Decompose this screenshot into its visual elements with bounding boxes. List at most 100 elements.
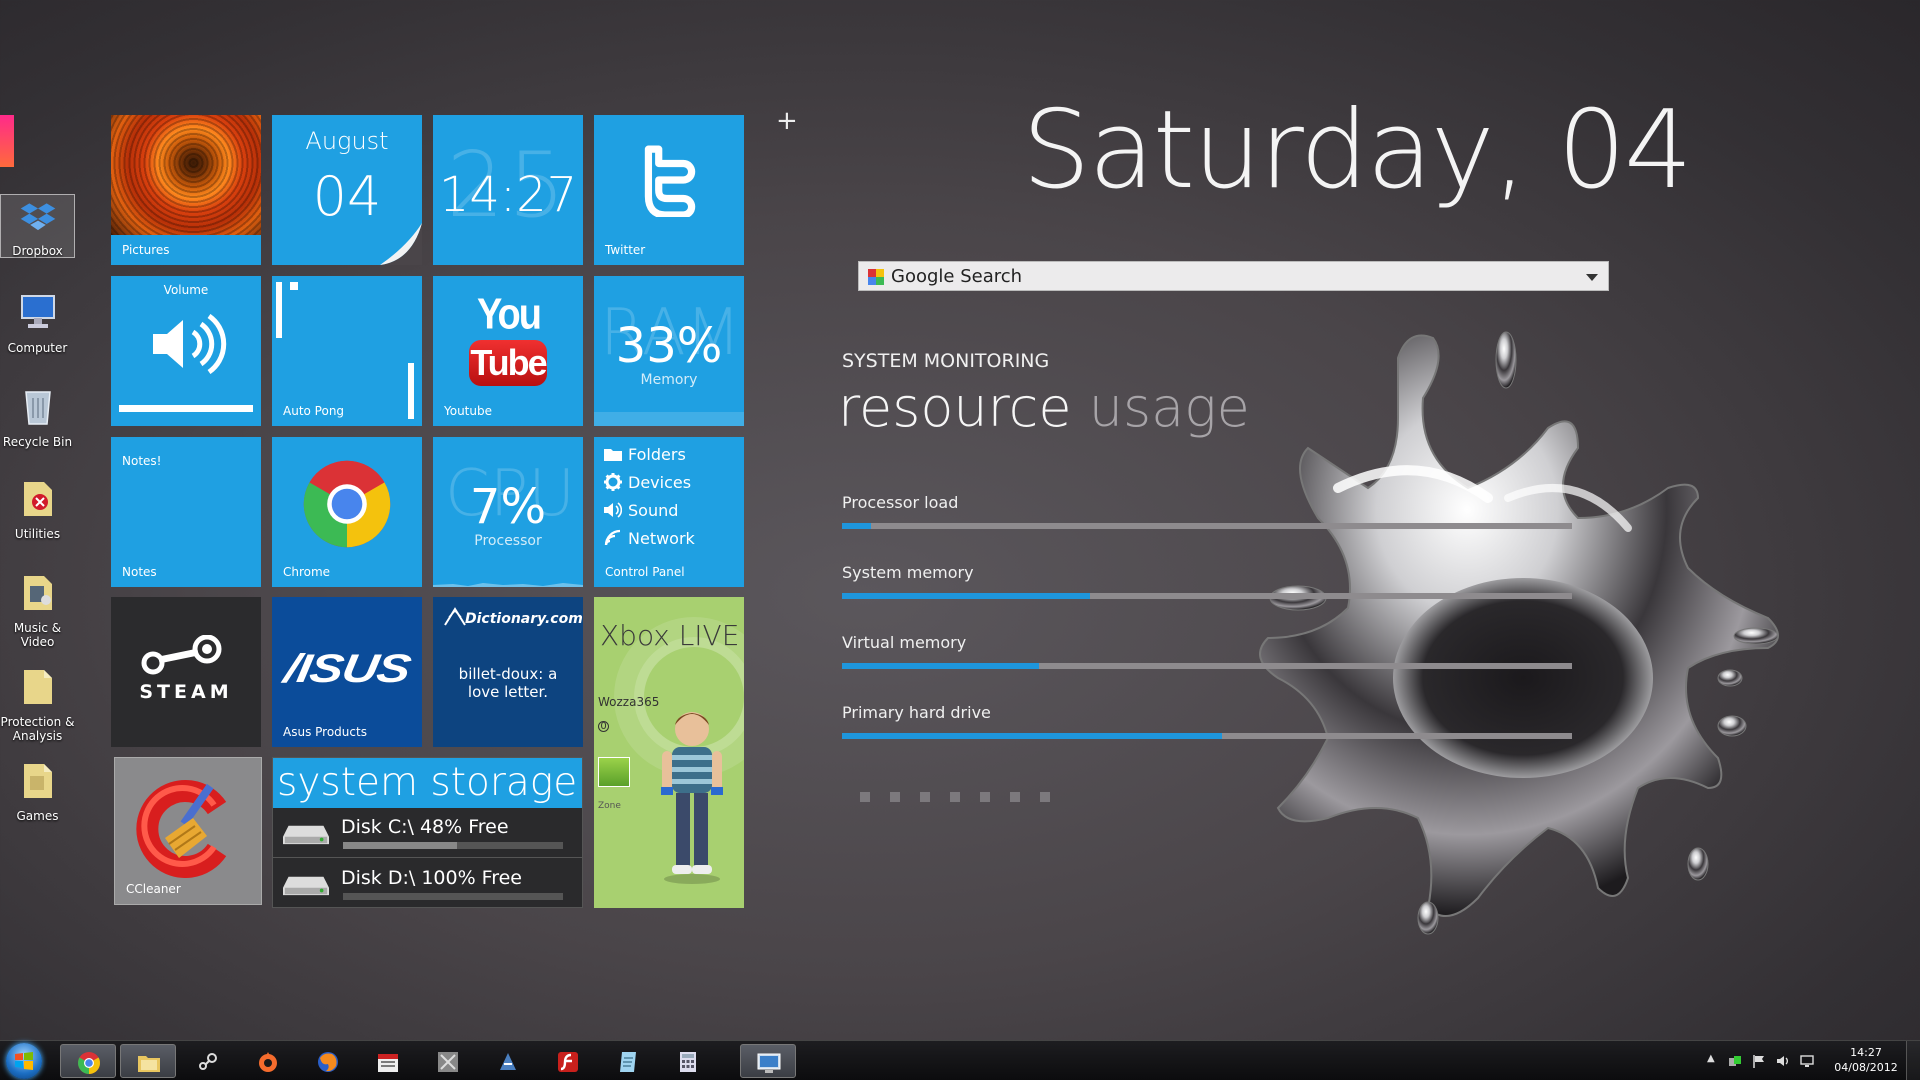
page-dot[interactable]: [890, 792, 900, 802]
disk-label: Disk D:\ 100% Free: [341, 867, 523, 889]
tile-label: Twitter: [605, 243, 646, 257]
tile-auto-pong[interactable]: Auto Pong: [272, 276, 422, 426]
tray-flag-icon[interactable]: [1752, 1054, 1766, 1068]
taskbar-steam[interactable]: [180, 1044, 236, 1078]
tray-date: 04/08/2012: [1834, 1061, 1898, 1074]
taskbar-flash[interactable]: [540, 1044, 596, 1078]
taskbar-origin[interactable]: [240, 1044, 296, 1078]
chrome-icon: [78, 1052, 100, 1074]
disk-usage-fill: [343, 842, 458, 849]
notes-title: Notes!: [122, 454, 162, 468]
add-tile-button[interactable]: +: [776, 106, 798, 136]
monitor-caption: SYSTEM MONITORING: [842, 350, 1050, 372]
monitor-title-strong: resource: [838, 376, 1072, 439]
tray-network-icon[interactable]: [1728, 1054, 1742, 1068]
tray-clock[interactable]: 14:27 04/08/2012: [1830, 1045, 1902, 1075]
disk-row[interactable]: Disk C:\ 48% Free: [273, 808, 582, 858]
tile-ram[interactable]: RAM 33% Memory: [594, 276, 744, 426]
desktop-icon-music-video[interactable]: Music & Video: [0, 570, 75, 649]
tray-display-icon[interactable]: [1800, 1054, 1814, 1068]
clock-time: 14:27: [438, 167, 578, 223]
tile-cpu[interactable]: CPU 7% Processor: [433, 437, 583, 587]
youtube-logo-tube: Tube: [469, 340, 548, 386]
taskbar-explorer[interactable]: [120, 1044, 176, 1078]
tile-volume[interactable]: Volume: [111, 276, 261, 426]
google-search-box[interactable]: Google Search: [858, 261, 1609, 291]
cp-item-network[interactable]: Network: [604, 529, 695, 548]
tile-clock[interactable]: 25 14:27: [433, 115, 583, 265]
chevron-down-icon[interactable]: [1586, 274, 1598, 282]
tile-pictures[interactable]: Pictures: [111, 115, 261, 265]
cp-item-sound[interactable]: Sound: [604, 501, 678, 520]
desktop-icon-dropbox[interactable]: Dropbox: [0, 194, 75, 258]
taskbar-tools[interactable]: [420, 1044, 476, 1078]
desktop-icon-utilities[interactable]: Utilities: [0, 476, 75, 541]
cp-item-label: Sound: [628, 501, 679, 520]
desktop-icon-computer[interactable]: Computer: [0, 290, 75, 355]
tile-twitter[interactable]: Twitter: [594, 115, 744, 265]
page-dot[interactable]: [980, 792, 990, 802]
desktop-icon-recycle-bin[interactable]: Recycle Bin: [0, 384, 75, 449]
hard-drive-bar: [842, 733, 1572, 739]
origin-icon: [259, 1052, 277, 1072]
asus-logo: /ISUS: [281, 647, 414, 691]
xbox-avatar: [661, 712, 723, 884]
tile-date[interactable]: August 04: [272, 115, 422, 265]
page-curl-icon: [380, 223, 422, 265]
system-memory-label: System memory: [842, 563, 974, 582]
folder-icon: [23, 764, 52, 798]
pong-paddle-left: [276, 282, 282, 338]
page-dot[interactable]: [920, 792, 930, 802]
taskbar-calendar[interactable]: [360, 1044, 416, 1078]
show-desktop-button[interactable]: [1906, 1041, 1920, 1080]
cp-item-folders[interactable]: Folders: [604, 445, 686, 464]
tile-label: Youtube: [444, 404, 492, 418]
dropbox-icon: [20, 203, 55, 231]
cp-item-devices[interactable]: Devices: [604, 473, 691, 492]
folder-icon: [23, 576, 52, 610]
xbox-score: 0: [598, 721, 609, 732]
ccleaner-icon: [136, 780, 227, 878]
tile-steam[interactable]: STEAM: [111, 597, 261, 747]
taskbar-notes[interactable]: [600, 1044, 656, 1078]
tray-volume-icon[interactable]: [1776, 1054, 1790, 1068]
disk-label: Disk C:\ 48% Free: [341, 816, 509, 838]
page-dot[interactable]: [950, 792, 960, 802]
taskbar-firefox[interactable]: [300, 1044, 356, 1078]
tile-control-panel[interactable]: Folders Devices Sound Network Control Pa…: [594, 437, 744, 587]
tray-show-hidden-icon[interactable]: ▲: [1707, 1053, 1715, 1064]
tile-notes[interactable]: Notes! Notes: [111, 437, 261, 587]
desktop-icon-protection[interactable]: Protection & Analysis: [0, 664, 75, 743]
xbox-gamertag: Wozza365: [598, 695, 660, 709]
tile-dictionary[interactable]: Dictionary.com billet-doux: a love lette…: [433, 597, 583, 747]
app-icon: [500, 1053, 516, 1070]
tile-ccleaner[interactable]: CCleaner: [114, 757, 262, 905]
page-dot[interactable]: [1010, 792, 1020, 802]
desktop-icon-label: Utilities: [14, 527, 61, 541]
twitter-icon: [644, 145, 696, 217]
tile-label: Notes: [122, 565, 157, 579]
folder-icon: [138, 1056, 160, 1072]
taskbar-app[interactable]: [480, 1044, 536, 1078]
tile-label: Control Panel: [605, 565, 685, 579]
youtube-logo-you: You: [477, 290, 542, 340]
start-button[interactable]: [6, 1043, 42, 1079]
tray-time: 14:27: [1850, 1046, 1882, 1059]
tile-asus[interactable]: /ISUS Asus Products: [272, 597, 422, 747]
processor-load-bar: [842, 523, 1572, 529]
tile-youtube[interactable]: You Tube Youtube: [433, 276, 583, 426]
taskbar-calculator[interactable]: [660, 1044, 716, 1078]
page-dot[interactable]: [860, 792, 870, 802]
tile-xbox-live[interactable]: Xbox LIVE Wozza365 0 Zone: [594, 597, 744, 908]
volume-track[interactable]: [119, 405, 253, 412]
desktop-icon-games[interactable]: Games: [0, 758, 75, 823]
disk-row[interactable]: Disk D:\ 100% Free: [273, 859, 582, 907]
page-dot[interactable]: [1040, 792, 1050, 802]
date-heading: Saturday, 04: [1022, 88, 1693, 213]
taskbar-remote-desktop[interactable]: [740, 1044, 796, 1078]
tile-system-storage[interactable]: system storage Disk C:\ 48% Free Disk D:…: [272, 757, 583, 908]
tile-chrome[interactable]: Chrome: [272, 437, 422, 587]
pong-paddle-right: [408, 363, 414, 419]
taskbar-chrome[interactable]: [60, 1044, 116, 1078]
xbox-title: Xbox LIVE: [600, 619, 740, 652]
